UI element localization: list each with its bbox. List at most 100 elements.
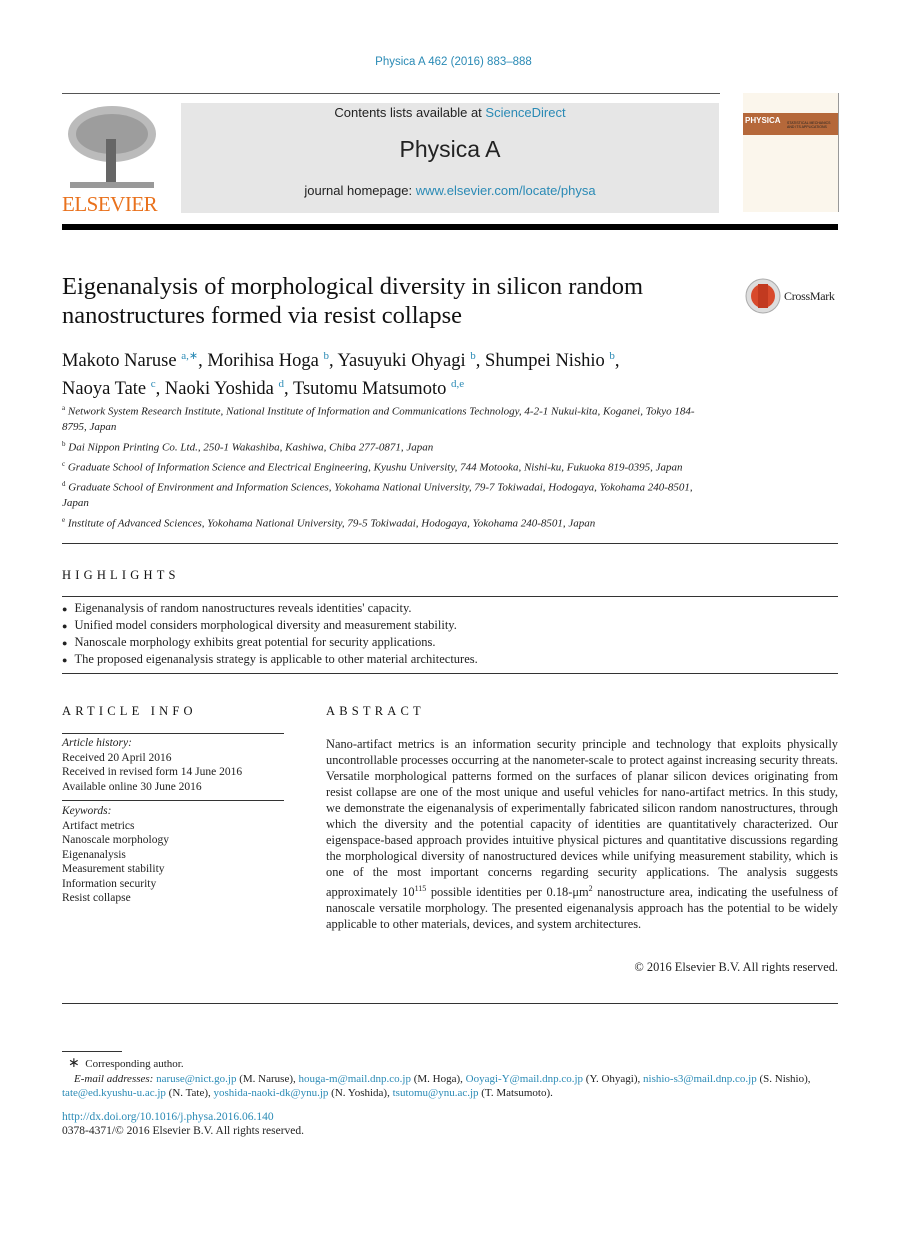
sciencedirect-link[interactable]: ScienceDirect: [485, 105, 565, 120]
bullet-icon: ●: [62, 604, 68, 614]
keyword: Resist collapse: [62, 892, 131, 904]
journal-cover: PHYSICA STATISTICAL MECHANICS AND ITS AP…: [743, 93, 839, 212]
history-item: Available online 30 June 2016: [62, 780, 202, 793]
affiliation-key: e: [62, 515, 66, 524]
author-name: Shumpei Nishio: [485, 351, 605, 372]
email-owner: (Y. Ohyagi),: [583, 1072, 644, 1085]
email-link[interactable]: Ooyagi-Y@mail.dnp.co.jp: [466, 1073, 583, 1085]
abstract-part: Nano-artifact metrics is an information …: [326, 737, 838, 899]
crossmark-label: CrossMark: [784, 288, 835, 303]
author-separator: ,: [475, 351, 486, 372]
abstract-part: possible identities per 0.18-μm: [426, 884, 589, 899]
highlights-list: ● Eigenanalysis of random nanostructures …: [62, 600, 478, 668]
author-separator: ,: [614, 351, 620, 372]
history-item: Received 20 April 2016: [62, 751, 172, 764]
journal-citation[interactable]: Physica A 462 (2016) 883–888: [0, 56, 907, 68]
email-label: E-mail addresses:: [74, 1072, 157, 1085]
author-separator: ,: [328, 351, 338, 372]
affiliation-key: c: [62, 459, 66, 468]
affiliations: a Network System Research Institute, Nat…: [62, 401, 707, 533]
affiliation-key: b: [62, 439, 66, 448]
affiliation: a Network System Research Institute, Nat…: [62, 401, 707, 436]
author-name: Yasuyuki Ohyagi: [337, 351, 466, 372]
header-rule: [62, 93, 720, 94]
divider: [62, 673, 838, 674]
author-name: Morihisa Hoga: [207, 351, 319, 372]
article-info: Article history: Received 20 April 2016 Re…: [62, 736, 284, 906]
journal-header-box: Contents lists available at ScienceDirec…: [181, 103, 719, 213]
email-link[interactable]: naruse@nict.go.jp: [156, 1073, 236, 1085]
elsevier-logo: ELSEVIER: [62, 104, 160, 216]
highlight-text: Unified model considers morphological di…: [74, 618, 457, 632]
affiliation-key: a: [62, 404, 66, 412]
issn-copyright: 0378-4371/© 2016 Elsevier B.V. All right…: [62, 1125, 305, 1137]
highlight-item: ● Nanoscale morphology exhibits great pot…: [62, 634, 478, 651]
article-info-heading: ARTICLE INFO: [62, 704, 197, 718]
keywords-label: Keywords:: [62, 805, 112, 817]
author-name: Naoya Tate: [62, 379, 147, 400]
email-link[interactable]: houga-m@mail.dnp.co.jp: [299, 1073, 411, 1085]
author-separator: ,: [284, 379, 293, 400]
divider: [62, 1003, 838, 1004]
affiliation-text: Network System Research Institute, Natio…: [62, 405, 695, 434]
bullet-icon: ●: [62, 621, 68, 631]
divider: [62, 543, 838, 544]
affiliation: b Dai Nippon Printing Co. Ltd., 250-1 Wa…: [62, 437, 707, 456]
keyword: Artifact metrics: [62, 819, 135, 832]
highlight-item: ● The proposed eigenanalysis strategy is …: [62, 651, 478, 668]
bullet-icon: ●: [62, 638, 68, 648]
paper-page: Physica A 462 (2016) 883–888 ELSEVIER Co…: [0, 0, 907, 1238]
contents-label: Contents lists available at: [334, 105, 486, 120]
author-list: Makoto Naruse a,∗, Morihisa Hoga b, Yasu…: [62, 345, 722, 401]
email-link[interactable]: nishio-s3@mail.dnp.co.jp: [643, 1073, 757, 1085]
affiliation: d Graduate School of Environment and Inf…: [62, 477, 707, 512]
divider: [62, 733, 284, 734]
abstract-copyright: © 2016 Elsevier B.V. All rights reserved…: [634, 960, 838, 974]
abstract-heading: ABSTRACT: [326, 704, 425, 718]
affiliation-text: Institute of Advanced Sciences, Yokohama…: [67, 517, 596, 530]
email-owner: (T. Matsumoto).: [478, 1087, 553, 1099]
elsevier-tree-icon: [68, 106, 156, 188]
email-owner: (S. Nishio),: [756, 1072, 811, 1085]
author-affiliation-link[interactable]: a,∗: [181, 350, 198, 362]
homepage-label: journal homepage:: [304, 183, 416, 198]
highlight-item: ● Eigenanalysis of random nanostructures …: [62, 600, 478, 617]
keyword: Nanoscale morphology: [62, 834, 169, 846]
author-name: Naoki Yoshida: [164, 379, 274, 400]
keyword: Measurement stability: [62, 863, 165, 875]
author-name: Tsutomu Matsumoto: [292, 379, 447, 400]
star-marker: ∗: [68, 1056, 80, 1071]
title-line: nanostructures formed via resist collaps…: [62, 302, 463, 329]
history-item: Received in revised form 14 June 2016: [62, 766, 243, 778]
highlight-text: The proposed eigenanalysis strategy is a…: [74, 652, 478, 666]
author-separator: ,: [155, 379, 165, 400]
author-name: Makoto Naruse: [62, 351, 177, 372]
divider: [62, 596, 838, 597]
footnote-rule: [62, 1051, 122, 1052]
highlights-heading: HIGHLIGHTS: [62, 568, 180, 582]
email-link[interactable]: yoshida-naoki-dk@ynu.jp: [214, 1087, 329, 1099]
author-separator: ,: [198, 351, 208, 372]
header-thick-rule: [62, 224, 838, 230]
email-owner: (N. Yoshida),: [328, 1087, 393, 1099]
doi-link[interactable]: http://dx.doi.org/10.1016/j.physa.2016.0…: [62, 1111, 274, 1123]
keyword: Eigenanalysis: [62, 848, 126, 861]
publisher-name: ELSEVIER: [62, 192, 158, 216]
highlight-text: Eigenanalysis of random nanostructures r…: [74, 601, 412, 615]
highlight-item: ● Unified model considers morphological d…: [62, 617, 478, 634]
abstract-text: Nano-artifact metrics is an information …: [326, 737, 838, 933]
crossmark-badge[interactable]: CrossMark: [745, 278, 835, 314]
title-line: Eigenanalysis of morphological diversity…: [62, 273, 644, 300]
affiliation: e Institute of Advanced Sciences, Yokoha…: [62, 513, 707, 532]
email-link[interactable]: tsutomu@ynu.ac.jp: [393, 1087, 479, 1099]
footnotes: ∗ Corresponding author. E-mail addresses…: [62, 1056, 838, 1101]
homepage-link[interactable]: www.elsevier.com/locate/physa: [416, 183, 596, 198]
article-title: Eigenanalysis of morphological diversity…: [62, 272, 643, 330]
history-label: Article history:: [62, 737, 132, 749]
keyword: Information security: [62, 877, 157, 890]
author-affiliation-link[interactable]: d,e: [451, 378, 464, 390]
affiliation: c Graduate School of Information Science…: [62, 457, 707, 476]
email-link[interactable]: tate@ed.kyushu-u.ac.jp: [62, 1087, 166, 1099]
crossmark-icon: [745, 278, 781, 314]
cover-title: PHYSICA: [745, 116, 781, 125]
